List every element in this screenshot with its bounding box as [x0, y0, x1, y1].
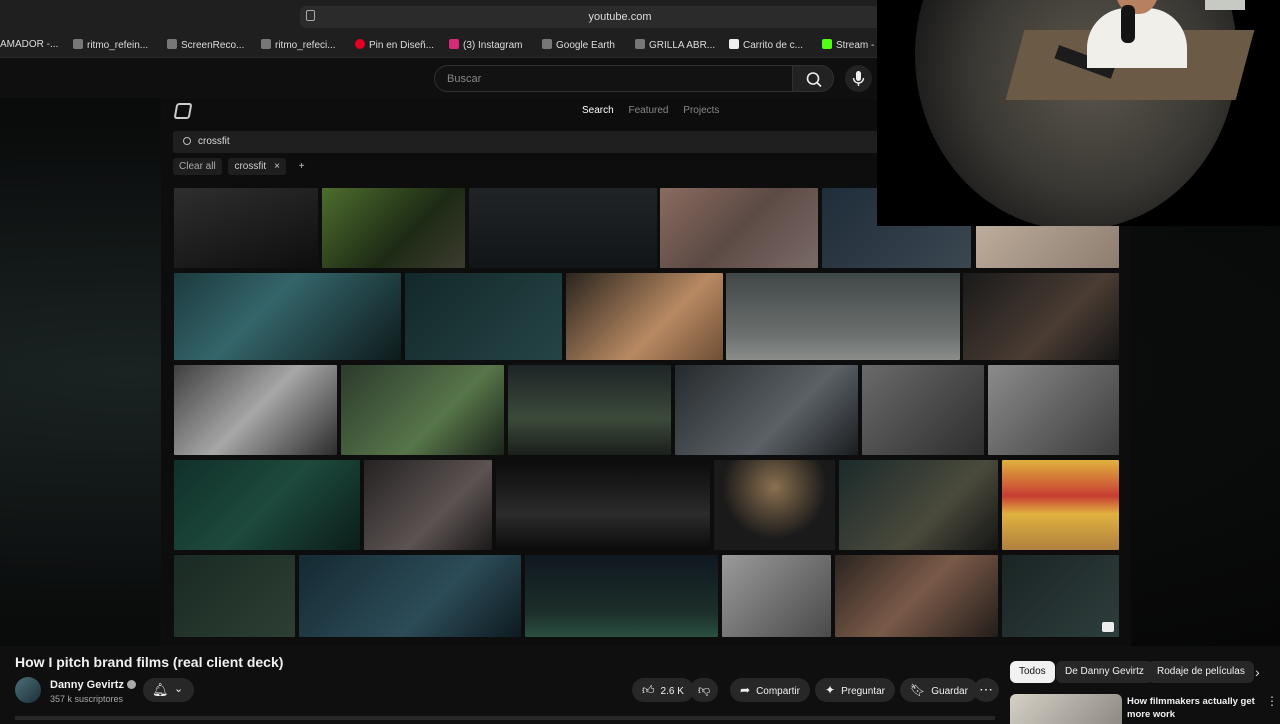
tab-featured: Featured — [628, 105, 669, 116]
thumbs-up-icon: 👍︎ — [642, 683, 655, 697]
stock-thumbnail — [714, 460, 835, 550]
search-input[interactable]: Buscar — [434, 65, 792, 92]
stock-thumbnail — [726, 273, 960, 360]
search-button[interactable] — [792, 65, 834, 92]
share-icon: ➦ — [740, 683, 751, 697]
tab-projects: Projects — [683, 105, 720, 116]
stock-thumbnail — [508, 365, 671, 455]
amazon-icon — [729, 39, 739, 49]
chevron-down-icon: ⌄ — [174, 683, 184, 695]
webcam-lens-view — [915, 0, 1255, 226]
filter-chip-filmmaking[interactable]: Rodaje de películas — [1148, 661, 1254, 683]
webcam-overlay — [877, 0, 1280, 226]
stock-thumbnail — [525, 555, 718, 637]
stock-thumbnail — [322, 188, 465, 268]
url-text: youtube.com — [588, 11, 652, 23]
notifications-button[interactable]: 🔔︎ ⌄ — [143, 678, 194, 702]
stock-thumbnail — [364, 460, 492, 550]
bookmark-favicon-icon — [261, 39, 271, 49]
search-icon — [183, 137, 191, 145]
bookmark-item[interactable]: Carrito de c... — [729, 39, 803, 51]
bookmark-item[interactable]: AMADOR -... — [0, 39, 58, 50]
stock-thumbnail — [341, 365, 504, 455]
description-box[interactable] — [15, 716, 995, 720]
tab-search: Search — [582, 105, 614, 116]
pinterest-icon — [355, 39, 365, 49]
bookmark-icon: 🔖︎ — [910, 683, 926, 697]
app-search-field: crossfit — [173, 131, 888, 153]
more-actions-button[interactable]: ⋯ — [973, 678, 999, 702]
chat-icon[interactable] — [1102, 622, 1114, 632]
stock-thumbnail — [722, 555, 831, 637]
bookmark-favicon-icon — [542, 39, 552, 49]
video-details: How I pitch brand films (real client dec… — [0, 646, 1280, 724]
bookmark-item[interactable]: GRILLA ABR... — [635, 39, 715, 51]
related-video-title[interactable]: How filmmakers actually get more work — [1127, 695, 1257, 721]
app-search-value: crossfit — [198, 136, 230, 147]
save-button[interactable]: 🔖︎ Guardar — [900, 678, 978, 702]
stock-thumbnail — [566, 273, 723, 360]
close-icon: × — [274, 161, 280, 172]
stock-thumbnail — [174, 460, 360, 550]
stock-thumbnail — [835, 555, 998, 637]
app-tabs: Search Featured Projects — [582, 105, 731, 116]
search-placeholder: Buscar — [447, 73, 482, 85]
instagram-icon — [449, 39, 459, 49]
room-window — [1205, 0, 1245, 10]
stock-thumbnail — [469, 188, 657, 268]
bookmark-favicon-icon — [73, 39, 83, 49]
chevron-right-icon[interactable]: › — [1255, 664, 1260, 680]
bookmark-item[interactable]: ritmo_refeci... — [261, 39, 336, 51]
stock-thumbnail — [496, 460, 710, 550]
dislike-button[interactable]: 👎︎ — [690, 678, 719, 702]
like-button[interactable]: 👍︎ 2.6 K — [632, 678, 694, 702]
stock-thumbnail — [174, 188, 318, 268]
channel-name-link[interactable]: Danny Gevirtz — [50, 679, 136, 691]
url-field[interactable]: youtube.com — [300, 6, 940, 28]
filter-chip-all[interactable]: Todos — [1010, 661, 1055, 683]
voice-search-button[interactable] — [845, 65, 872, 92]
bookmark-favicon-icon — [167, 39, 177, 49]
verified-icon — [126, 680, 136, 689]
microphone-icon — [852, 71, 865, 86]
bell-icon: 🔔︎ — [152, 682, 169, 697]
stock-thumbnail — [963, 273, 1119, 360]
stock-thumbnail — [174, 555, 295, 637]
stock-thumbnail — [1002, 460, 1119, 550]
microphone — [1121, 5, 1135, 43]
stock-thumbnail — [174, 365, 337, 455]
more-options-icon[interactable]: ⋮ — [1266, 694, 1278, 708]
streamer-body — [1087, 8, 1187, 68]
ask-button[interactable]: ✦ Preguntar — [815, 678, 895, 702]
bookmark-favicon-icon — [635, 39, 645, 49]
stock-thumbnail — [299, 555, 521, 637]
thumbs-down-icon: 👎︎ — [698, 683, 711, 697]
stock-thumbnail — [660, 188, 818, 268]
stock-thumbnail — [988, 365, 1119, 455]
bookmark-item[interactable]: ritmo_refein... — [73, 39, 148, 51]
clear-all-chip: Clear all — [173, 158, 222, 175]
bookmark-item[interactable]: ScreenReco... — [167, 39, 244, 51]
channel-avatar[interactable] — [15, 677, 41, 703]
add-icon: + — [298, 161, 305, 172]
subscriber-count: 357 k suscriptores — [50, 694, 124, 704]
kick-icon — [822, 39, 832, 49]
bookmark-item[interactable]: Pin en Diseñ... — [355, 39, 434, 51]
stock-thumbnail — [174, 273, 401, 360]
app-logo-icon — [173, 103, 193, 119]
video-title: How I pitch brand films (real client dec… — [15, 654, 284, 670]
app-filter-chips: Clear all crossfit × + — [173, 158, 305, 176]
sparkle-icon: ✦ — [825, 683, 836, 697]
bookmark-item[interactable]: Stream - K — [822, 39, 884, 51]
search-icon — [806, 72, 822, 88]
filter-chip-channel[interactable]: De Danny Gevirtz — [1056, 661, 1153, 683]
bookmark-item[interactable]: Google Earth — [542, 39, 615, 51]
tag-chip: crossfit × — [228, 158, 286, 175]
stock-thumbnail — [839, 460, 998, 550]
stock-thumbnail — [862, 365, 984, 455]
stock-thumbnail — [405, 273, 562, 360]
stock-thumbnail — [675, 365, 858, 455]
share-button[interactable]: ➦ Compartir — [730, 678, 810, 702]
bookmark-item[interactable]: (3) Instagram — [449, 39, 522, 51]
